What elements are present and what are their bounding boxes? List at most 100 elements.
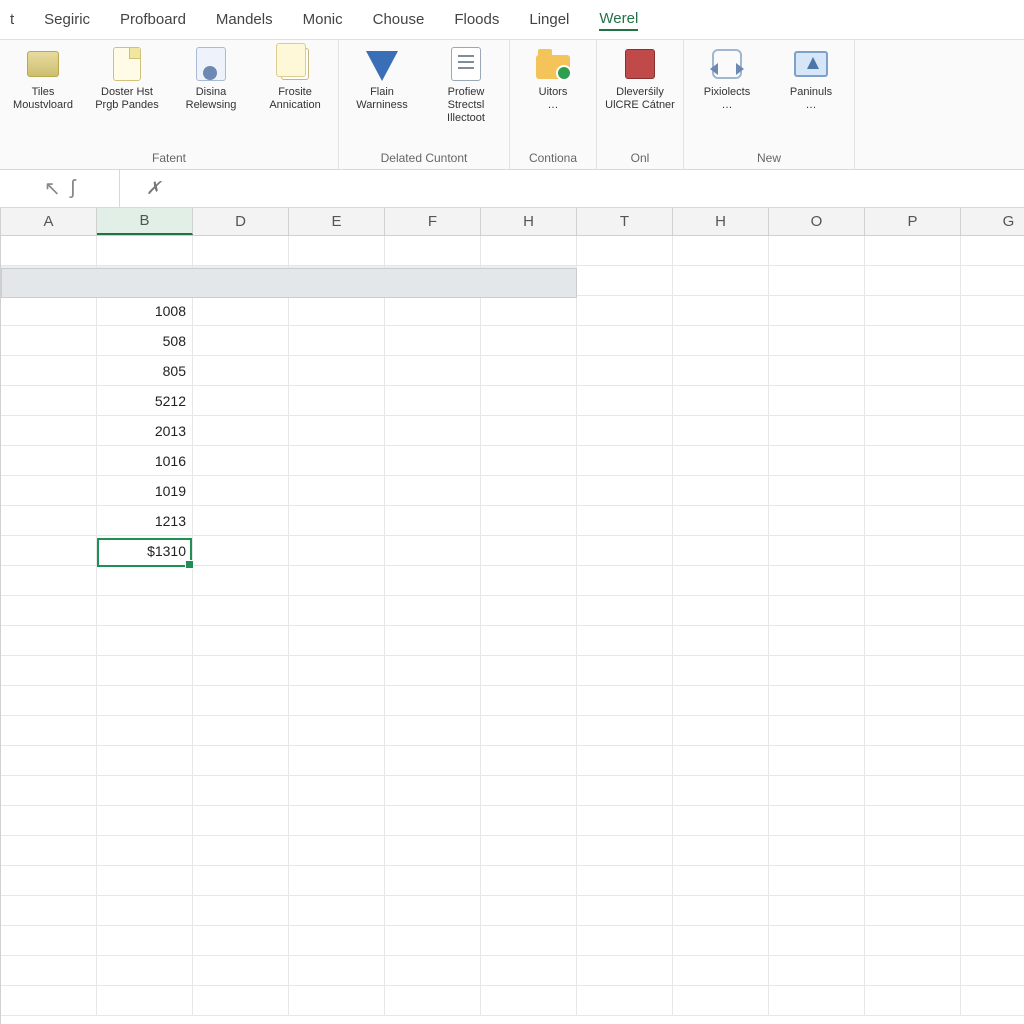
cell[interactable] (385, 746, 481, 776)
cell[interactable] (769, 506, 865, 536)
cell[interactable] (481, 386, 577, 416)
ribbon-item-deversily[interactable]: Dleverśily UlCRE Cátner (605, 44, 675, 112)
cell[interactable] (97, 716, 193, 746)
tab-werel[interactable]: Werel (599, 8, 638, 31)
cell[interactable] (673, 806, 769, 836)
cell[interactable] (385, 926, 481, 956)
cell[interactable] (1, 806, 97, 836)
ribbon-item-uitors[interactable]: Uitors … (518, 44, 588, 112)
cell[interactable] (769, 776, 865, 806)
cell[interactable] (289, 926, 385, 956)
cell[interactable] (289, 236, 385, 266)
cell[interactable] (865, 986, 961, 1016)
cell[interactable] (1, 656, 97, 686)
ribbon-item-paninuls[interactable]: Paninuls … (776, 44, 846, 112)
cell[interactable] (1, 326, 97, 356)
cell[interactable] (385, 536, 481, 566)
ribbon-item-profiew[interactable]: Profiew Strectsl Illectoot (431, 44, 501, 125)
cell[interactable] (289, 716, 385, 746)
cell[interactable] (97, 656, 193, 686)
cell[interactable] (97, 746, 193, 776)
cell[interactable] (289, 746, 385, 776)
cell[interactable] (577, 956, 673, 986)
cell[interactable] (961, 656, 1024, 686)
cell[interactable]: 2013 (97, 416, 193, 446)
cell[interactable] (289, 476, 385, 506)
cell[interactable] (193, 836, 289, 866)
cell[interactable] (1, 476, 97, 506)
cell[interactable] (865, 716, 961, 746)
cell[interactable] (577, 446, 673, 476)
cell[interactable] (193, 386, 289, 416)
cell[interactable] (865, 956, 961, 986)
cell[interactable] (481, 476, 577, 506)
fx-cancel-icon[interactable]: ✗ (138, 178, 169, 199)
cell[interactable] (193, 506, 289, 536)
cell[interactable] (769, 686, 865, 716)
cell[interactable] (289, 836, 385, 866)
cell[interactable] (481, 656, 577, 686)
cell[interactable] (961, 566, 1024, 596)
cell[interactable] (385, 656, 481, 686)
cell[interactable] (961, 326, 1024, 356)
cell[interactable] (865, 806, 961, 836)
cell[interactable] (577, 536, 673, 566)
cell[interactable] (97, 596, 193, 626)
cell[interactable] (673, 986, 769, 1016)
cell[interactable] (481, 836, 577, 866)
ribbon-item-pixolects[interactable]: Pixiolects … (692, 44, 762, 112)
column-header-b-1[interactable]: B (97, 208, 193, 235)
cell[interactable] (961, 536, 1024, 566)
ribbon-item-frosite[interactable]: Frosite Annication (260, 44, 330, 112)
column-header-e-3[interactable]: E (289, 208, 385, 235)
cell[interactable] (193, 416, 289, 446)
cell[interactable] (865, 326, 961, 356)
cell[interactable] (289, 776, 385, 806)
cell[interactable] (385, 956, 481, 986)
cell[interactable]: 1019 (97, 476, 193, 506)
cell[interactable] (673, 536, 769, 566)
cell[interactable] (481, 986, 577, 1016)
cell[interactable] (1, 566, 97, 596)
cell[interactable] (673, 566, 769, 596)
cell[interactable] (1, 296, 97, 326)
cell[interactable] (769, 746, 865, 776)
column-header-h-7[interactable]: H (673, 208, 769, 235)
cell-area[interactable]: XamuanyDeprerds1008508805521220131016101… (1, 236, 1024, 1024)
cell[interactable] (865, 236, 961, 266)
cell[interactable] (673, 476, 769, 506)
cell[interactable] (577, 266, 673, 296)
cell[interactable] (385, 326, 481, 356)
cell[interactable] (385, 386, 481, 416)
cell[interactable] (97, 866, 193, 896)
cell[interactable] (289, 566, 385, 596)
cell[interactable] (673, 656, 769, 686)
cell[interactable] (385, 566, 481, 596)
cell[interactable] (769, 986, 865, 1016)
cell[interactable] (769, 716, 865, 746)
cell[interactable] (289, 866, 385, 896)
cell[interactable] (673, 356, 769, 386)
cell[interactable] (481, 806, 577, 836)
cell[interactable]: $1310 (97, 536, 193, 566)
cell[interactable] (865, 926, 961, 956)
cell[interactable] (385, 716, 481, 746)
cell[interactable] (961, 836, 1024, 866)
cell[interactable] (961, 416, 1024, 446)
cell[interactable] (673, 866, 769, 896)
cell[interactable] (193, 896, 289, 926)
cell[interactable] (289, 656, 385, 686)
cell[interactable] (865, 356, 961, 386)
cell[interactable] (961, 776, 1024, 806)
cell[interactable] (673, 416, 769, 446)
cell[interactable] (961, 686, 1024, 716)
cell[interactable] (673, 926, 769, 956)
cell[interactable] (769, 266, 865, 296)
cell[interactable] (193, 986, 289, 1016)
cell[interactable] (97, 896, 193, 926)
tab-mandels[interactable]: Mandels (216, 9, 273, 30)
column-header-h-5[interactable]: H (481, 208, 577, 235)
cell[interactable] (769, 296, 865, 326)
cell[interactable] (673, 896, 769, 926)
cell[interactable] (193, 956, 289, 986)
